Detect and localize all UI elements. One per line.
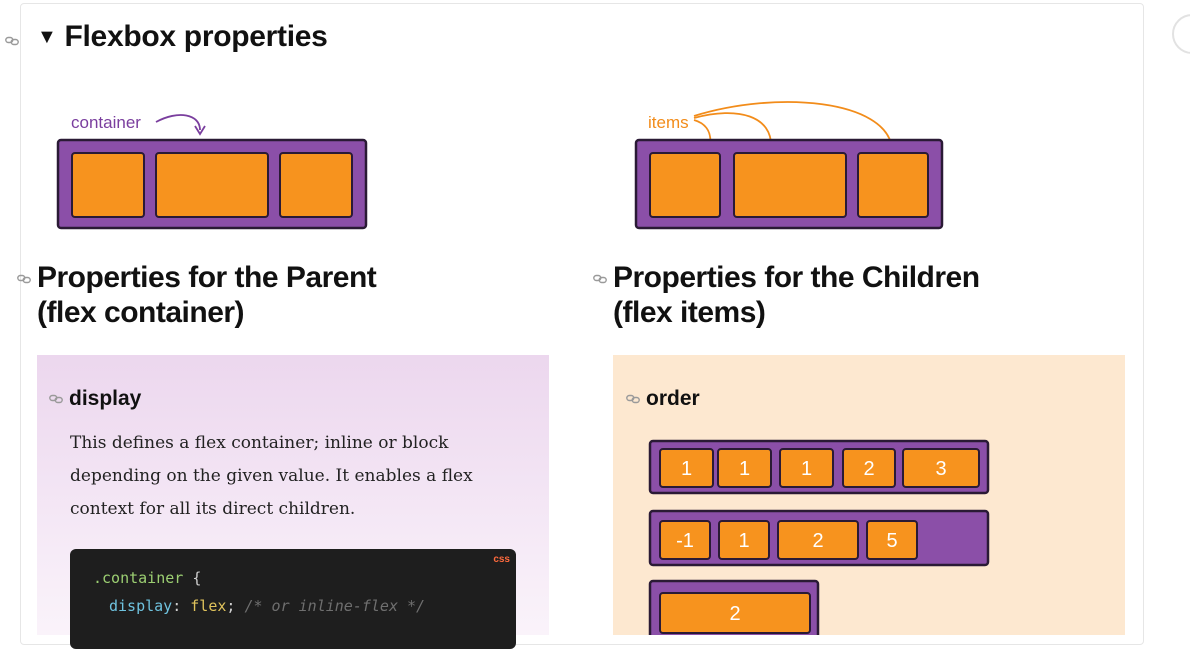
display-description: This defines a flex container; inline or… [70,433,473,519]
order-item-label: 1 [739,458,750,480]
parent-heading: Properties for the Parent (flex containe… [37,260,457,330]
flex-items-illustration: items [634,101,944,230]
flex-container-illustration: container [56,113,368,230]
caret-down-icon: ▼ [37,25,57,48]
order-item-label: 1 [801,458,812,480]
flex-item-box [279,152,353,218]
container-label: container [71,113,141,132]
parent-heading-line2: (flex container) [37,296,245,329]
children-heading: Properties for the Children (flex items) [613,260,1033,330]
order-item-label: 2 [812,530,823,552]
order-item-label: -1 [676,530,694,552]
section-heading[interactable]: ▼ Flexbox properties [37,20,328,54]
anchor-link-icon[interactable] [17,274,31,284]
flex-item-box [857,152,929,218]
code-open-brace: { [192,569,202,587]
display-title: display [69,387,142,410]
flex-item-box [733,152,847,218]
code-line: .container { [93,569,201,587]
display-property-panel: display This defines a flex container; i… [37,355,549,649]
order-item-label: 5 [886,530,897,552]
flex-item-box [649,152,721,218]
order-item-label: 2 [863,458,874,480]
order-item-label: 1 [681,458,692,480]
order-title: order [646,387,700,410]
flex-item-box [155,152,269,218]
code-property: display [109,597,173,615]
flex-item-box [71,152,145,218]
parent-heading-line1: Properties for the Parent [37,261,377,294]
items-label: items [648,113,689,132]
container-arrow [155,114,201,131]
code-value: flex [190,597,227,615]
side-toggle-button[interactable] [1172,14,1190,54]
order-item-label: 1 [738,530,749,552]
order-item-label: 3 [935,458,946,480]
anchor-link-icon[interactable] [626,394,640,404]
order-illustration: 11123 -1 1 2 5 2 [648,439,990,635]
anchor-link-icon[interactable] [5,36,19,46]
anchor-link-icon[interactable] [49,394,63,404]
code-comment: /* or inline-flex */ [244,597,426,615]
children-heading-line1: Properties for the Children [613,261,980,294]
code-language-badge: css [493,554,510,565]
section-title: Flexbox properties [64,20,328,53]
order-property-panel: order 11123 -1 1 2 5 2 [613,355,1125,635]
code-block: css .container { display: flex; /* or in… [70,549,516,649]
code-selector: .container [93,569,184,587]
code-line: display: flex; /* or inline-flex */ [109,597,426,615]
children-heading-line2: (flex items) [613,296,766,329]
anchor-link-icon[interactable] [593,274,607,284]
